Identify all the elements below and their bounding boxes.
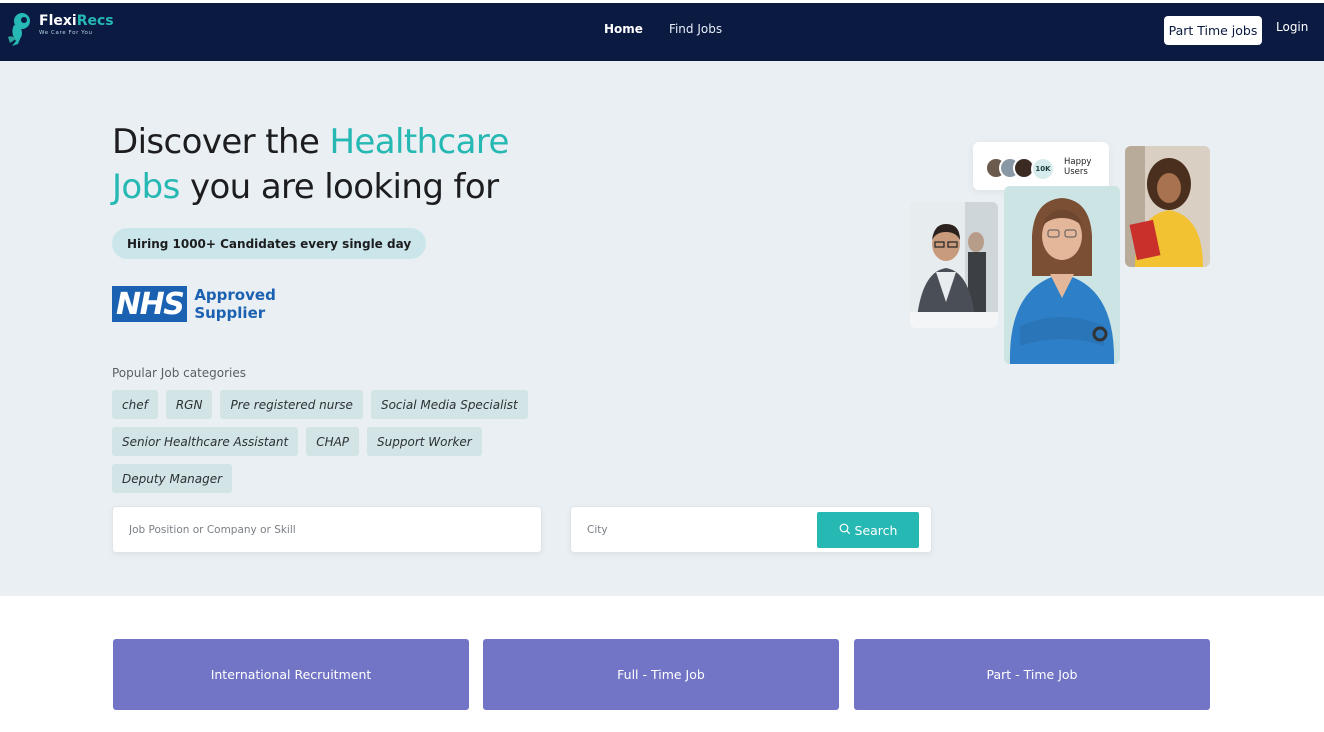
search-button[interactable]: Search	[817, 512, 919, 548]
navbar: FlexiRecs We Care For You Home Find Jobs…	[0, 3, 1324, 61]
job-type-cards: International Recruitment Full - Time Jo…	[0, 596, 1324, 732]
search-icon	[839, 523, 851, 538]
nhs-supplier-label: Supplier	[194, 304, 266, 322]
nhs-approved-supplier: NHS Approved Supplier	[112, 286, 276, 322]
part-time-job-card[interactable]: Part - Time Job	[854, 639, 1210, 710]
category-chip-chef[interactable]: chef	[112, 390, 158, 419]
category-chip-social-media-specialist[interactable]: Social Media Specialist	[370, 390, 528, 419]
nav-find-jobs[interactable]: Find Jobs	[669, 22, 722, 36]
main-nav: Home Find Jobs	[604, 22, 722, 36]
logo-tagline: We Care For You	[39, 30, 93, 36]
part-time-jobs-button[interactable]: Part Time jobs	[1164, 16, 1262, 45]
search-button-label: Search	[854, 522, 898, 538]
categories-heading: Popular Job categories	[112, 366, 247, 380]
hiring-pill: Hiring 1000+ Candidates every single day	[112, 228, 427, 259]
nhs-logo: NHS	[112, 286, 188, 322]
position-search-input[interactable]	[113, 507, 541, 552]
category-chip-support-worker[interactable]: Support Worker	[367, 427, 482, 456]
office-man-photo	[910, 202, 998, 328]
happy-users-card: 10K Happy Users	[973, 142, 1109, 190]
nhs-approved-label: Approved	[194, 286, 276, 304]
happy-users-label: Happy Users	[1064, 157, 1092, 177]
hero-title: Discover the Healthcare Jobs you are look…	[112, 122, 509, 207]
category-chip-chap[interactable]: CHAP	[306, 427, 360, 456]
category-chips: chef RGN Pre registered nurse Social Med…	[112, 390, 552, 493]
logo[interactable]: FlexiRecs We Care For You	[4, 11, 114, 47]
category-chip-pre-registered-nurse[interactable]: Pre registered nurse	[220, 390, 363, 419]
city-search-box: Search	[570, 506, 932, 553]
international-recruitment-card[interactable]: International Recruitment	[113, 639, 469, 710]
category-chip-rgn[interactable]: RGN	[165, 390, 213, 419]
category-chip-deputy-manager[interactable]: Deputy Manager	[112, 464, 233, 493]
position-search-box	[112, 506, 542, 553]
happy-users-count: 10K	[1031, 157, 1055, 181]
logo-name: FlexiRecs	[39, 13, 114, 29]
student-photo	[1125, 146, 1210, 267]
logo-icon	[4, 11, 36, 47]
category-chip-senior-healthcare-assistant[interactable]: Senior Healthcare Assistant	[112, 427, 299, 456]
nav-home[interactable]: Home	[604, 22, 643, 36]
nurse-photo	[1004, 186, 1120, 364]
full-time-job-card[interactable]: Full - Time Job	[483, 639, 839, 710]
login-link[interactable]: Login	[1276, 20, 1308, 34]
city-input[interactable]	[571, 507, 811, 552]
